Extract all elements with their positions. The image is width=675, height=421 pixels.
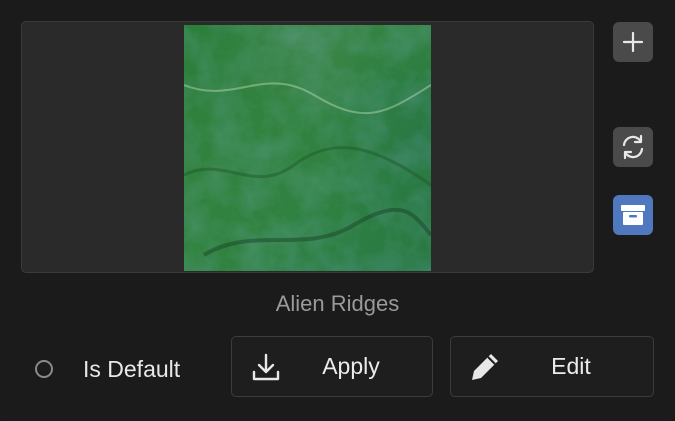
apply-button[interactable]: Apply	[231, 336, 433, 397]
apply-label: Apply	[322, 353, 380, 379]
edit-button[interactable]: Edit	[450, 336, 654, 397]
archive-button[interactable]	[613, 195, 653, 235]
terrain-card: Alien Ridges Is Default Apply Edit	[0, 0, 675, 421]
terrain-thumbnail[interactable]	[184, 25, 431, 271]
default-radio-option[interactable]: Is Default	[35, 352, 180, 386]
add-button[interactable]	[613, 22, 653, 62]
archive-icon	[621, 205, 645, 225]
default-radio-label: Is Default	[83, 355, 181, 382]
terrain-image	[184, 25, 431, 271]
refresh-button[interactable]	[613, 127, 653, 167]
terrain-name-label: Alien Ridges	[275, 291, 400, 316]
refresh-icon	[622, 134, 644, 160]
edit-label: Edit	[551, 353, 591, 379]
plus-icon	[622, 31, 644, 53]
default-radio[interactable]	[35, 360, 53, 378]
